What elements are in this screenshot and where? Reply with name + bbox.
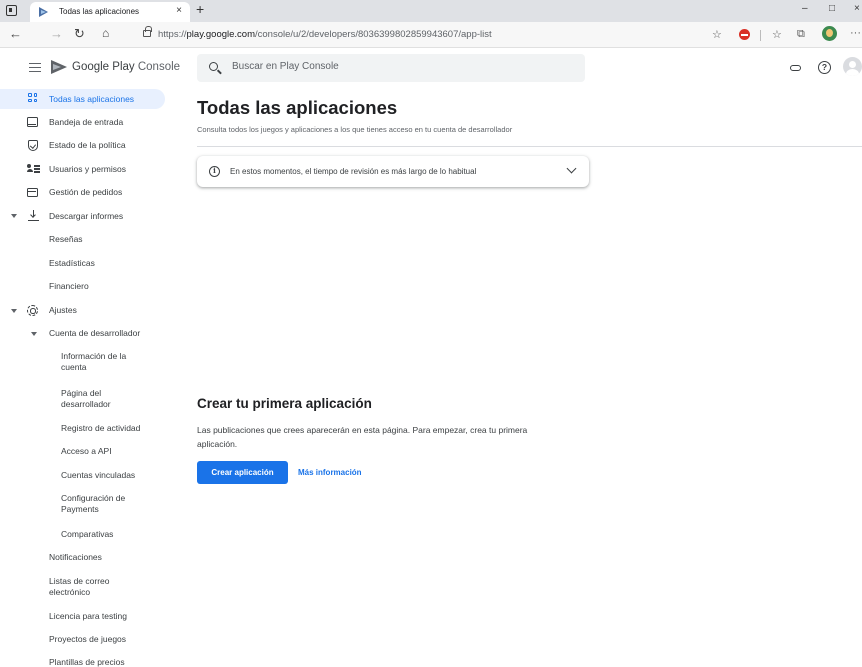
card-icon — [27, 188, 38, 197]
sidebar-item-descargar-informes[interactable]: Descargar informes — [49, 211, 123, 222]
hamburger-menu-icon[interactable] — [29, 63, 41, 72]
close-window-button[interactable]: × — [854, 3, 860, 14]
more-info-link[interactable]: Más información — [298, 468, 362, 477]
create-app-button[interactable]: Crear aplicación — [197, 461, 288, 484]
sidebar-item-resenas[interactable]: Reseñas — [49, 234, 83, 245]
play-console-favicon-icon — [39, 7, 48, 17]
home-icon[interactable]: ⌂ — [102, 26, 109, 40]
sidebar-item-usuarios-y-permisos[interactable]: Usuarios y permisos — [49, 164, 126, 175]
grid-icon — [28, 93, 37, 102]
empty-state-description: Las publicaciones que crees aparecerán e… — [197, 425, 528, 449]
sidebar-item-informacion-de-la-cuenta[interactable]: Información de la cuenta — [61, 351, 151, 373]
inbox-icon — [27, 117, 38, 127]
new-tab-button[interactable]: + — [196, 1, 204, 17]
sidebar-item-registro-de-actividad[interactable]: Registro de actividad — [61, 423, 140, 434]
adblock-extension-icon[interactable] — [739, 29, 750, 40]
toolbar-divider — [760, 30, 761, 41]
address-bar: ← → ↻ ⌂ https://play.google.com/console/… — [0, 22, 862, 48]
sidebar-item-financiero[interactable]: Financiero — [49, 281, 89, 292]
google-play-logo-icon[interactable] — [51, 60, 67, 74]
sidebar-item-plantillas-de-precios[interactable]: Plantillas de precios — [49, 657, 125, 667]
empty-state-title: Crear tu primera aplicación — [197, 396, 372, 411]
brand-title[interactable]: Google Play Console — [72, 61, 180, 73]
sidebar-item-acceso-a-api[interactable]: Acceso a API — [61, 446, 112, 457]
refresh-icon[interactable]: ↻ — [74, 26, 85, 42]
info-icon: i — [209, 166, 220, 177]
window-menu-icon[interactable] — [6, 5, 17, 16]
search-bar[interactable] — [197, 54, 585, 82]
sidebar-item-proyectos-de-juegos[interactable]: Proyectos de juegos — [49, 634, 126, 645]
sidebar-item-ajustes[interactable]: Ajustes — [49, 305, 77, 316]
sidebar-item-gestion-de-pedidos[interactable]: Gestión de pedidos — [49, 187, 122, 198]
download-icon — [28, 210, 39, 221]
sidebar-item-todas-las-aplicaciones[interactable]: Todas las aplicaciones — [49, 94, 134, 105]
sidebar-item-estadisticas[interactable]: Estadísticas — [49, 258, 95, 269]
sidebar-item-licencia-para-testing[interactable]: Licencia para testing — [49, 611, 127, 622]
maximize-button[interactable]: □ — [829, 3, 835, 14]
tab-title: Todas las aplicaciones — [59, 7, 140, 16]
sidebar-item-cuenta-de-desarrollador[interactable]: Cuenta de desarrollador — [49, 328, 140, 339]
lock-icon[interactable] — [143, 26, 152, 37]
sidebar-item-configuracion-de-payments[interactable]: Configuración de Payments — [61, 493, 141, 515]
url-field[interactable]: https://play.google.com/console/u/2/deve… — [158, 29, 492, 40]
more-menu-icon[interactable]: ··· — [850, 27, 861, 39]
chevron-down-icon[interactable] — [566, 163, 577, 174]
link-icon[interactable] — [790, 65, 801, 71]
users-icon — [27, 164, 40, 174]
favorites-icon[interactable]: ☆ — [772, 28, 782, 41]
user-avatar[interactable] — [843, 57, 862, 76]
minimize-button[interactable]: – — [802, 3, 808, 14]
sidebar-item-pagina-del-desarrollador[interactable]: Página del desarrollador — [61, 388, 141, 410]
banner-text: En estos momentos, el tiempo de revisión… — [230, 167, 477, 176]
review-time-banner[interactable]: i En estos momentos, el tiempo de revisi… — [197, 156, 589, 187]
page-subtitle: Consulta todos los juegos y aplicaciones… — [197, 125, 513, 134]
expand-caret-icon[interactable] — [11, 214, 17, 218]
browser-profile-avatar[interactable] — [822, 26, 837, 41]
gear-icon — [27, 305, 38, 316]
expand-caret-icon[interactable] — [31, 332, 37, 336]
header-divider — [197, 146, 862, 147]
help-icon[interactable]: ? — [818, 61, 831, 74]
favorite-star-icon[interactable]: ☆ — [712, 28, 722, 41]
forward-icon[interactable]: → — [50, 26, 63, 41]
expand-caret-icon[interactable] — [11, 309, 17, 313]
tab-close-icon[interactable]: × — [176, 5, 182, 16]
sidebar-item-bandeja-de-entrada[interactable]: Bandeja de entrada — [49, 117, 123, 128]
sidebar-item-notificaciones[interactable]: Notificaciones — [49, 552, 102, 563]
sidebar-item-comparativas[interactable]: Comparativas — [61, 529, 113, 540]
collections-icon[interactable]: ⧉ — [797, 28, 805, 41]
sidebar-item-listas-de-correo[interactable]: Listas de correo electrónico — [49, 576, 129, 598]
page-title: Todas las aplicaciones — [197, 97, 398, 118]
back-icon[interactable]: ← — [9, 26, 22, 41]
shield-icon — [28, 140, 38, 151]
browser-tab-bar: Todas las aplicaciones × + – □ × — [0, 0, 862, 22]
search-input[interactable] — [232, 61, 572, 72]
sidebar-item-cuentas-vinculadas[interactable]: Cuentas vinculadas — [61, 470, 135, 481]
sidebar-item-estado-de-la-politica[interactable]: Estado de la política — [49, 140, 126, 151]
browser-tab[interactable]: Todas las aplicaciones × — [30, 2, 190, 22]
search-icon[interactable] — [209, 62, 218, 71]
